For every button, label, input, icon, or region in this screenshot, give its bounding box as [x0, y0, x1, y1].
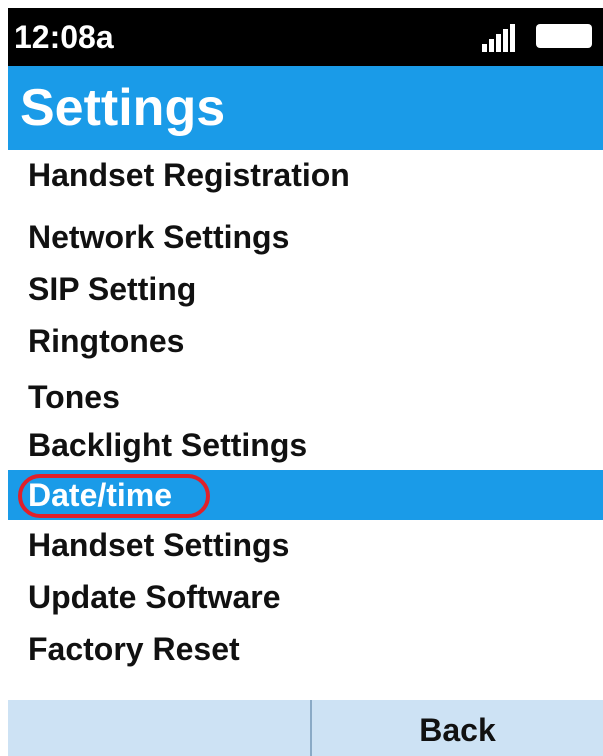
menu-item-backlight-settings[interactable]: Backlight Settings — [8, 420, 603, 470]
menu-item-handset-registration[interactable]: Handset Registration — [8, 150, 603, 200]
clock-time: 12:08a — [14, 19, 114, 55]
menu-item-tones[interactable]: Tones — [8, 372, 603, 422]
menu-item-factory-reset[interactable]: Factory Reset — [8, 624, 603, 674]
battery-icon — [536, 24, 592, 48]
left-softkey[interactable] — [8, 700, 312, 756]
signal-bars-icon — [482, 22, 518, 52]
menu-item-label: Handset Settings — [28, 527, 290, 563]
page-title: Settings — [20, 79, 226, 137]
softkey-bar: Back — [8, 700, 603, 756]
menu-item-label: Ringtones — [28, 323, 185, 359]
menu-item-sip-setting[interactable]: SIP Setting — [8, 264, 603, 314]
menu-item-label: Backlight Settings — [28, 427, 308, 463]
menu-item-label: SIP Setting — [28, 271, 197, 307]
menu-item-label: Date/time — [28, 477, 173, 513]
menu-item-label: Factory Reset — [28, 631, 240, 667]
menu-item-network-settings[interactable]: Network Settings — [8, 212, 603, 262]
back-softkey-label: Back — [419, 712, 496, 748]
menu-item-label: Update Software — [28, 579, 281, 615]
menu-item-label: Handset Registration — [28, 157, 350, 193]
menu-item-handset-settings[interactable]: Handset Settings — [8, 520, 603, 570]
menu-item-label: Tones — [28, 379, 120, 415]
settings-menu: Handset Registration Network Settings SI… — [8, 150, 603, 690]
menu-item-label: Network Settings — [28, 219, 290, 255]
back-softkey[interactable]: Back — [312, 700, 603, 756]
title-bar: Settings — [8, 66, 603, 150]
menu-item-ringtones[interactable]: Ringtones — [8, 316, 603, 366]
menu-item-date-time[interactable]: Date/time — [8, 470, 603, 520]
status-bar: 12:08a — [8, 8, 603, 66]
menu-item-update-software[interactable]: Update Software — [8, 572, 603, 622]
